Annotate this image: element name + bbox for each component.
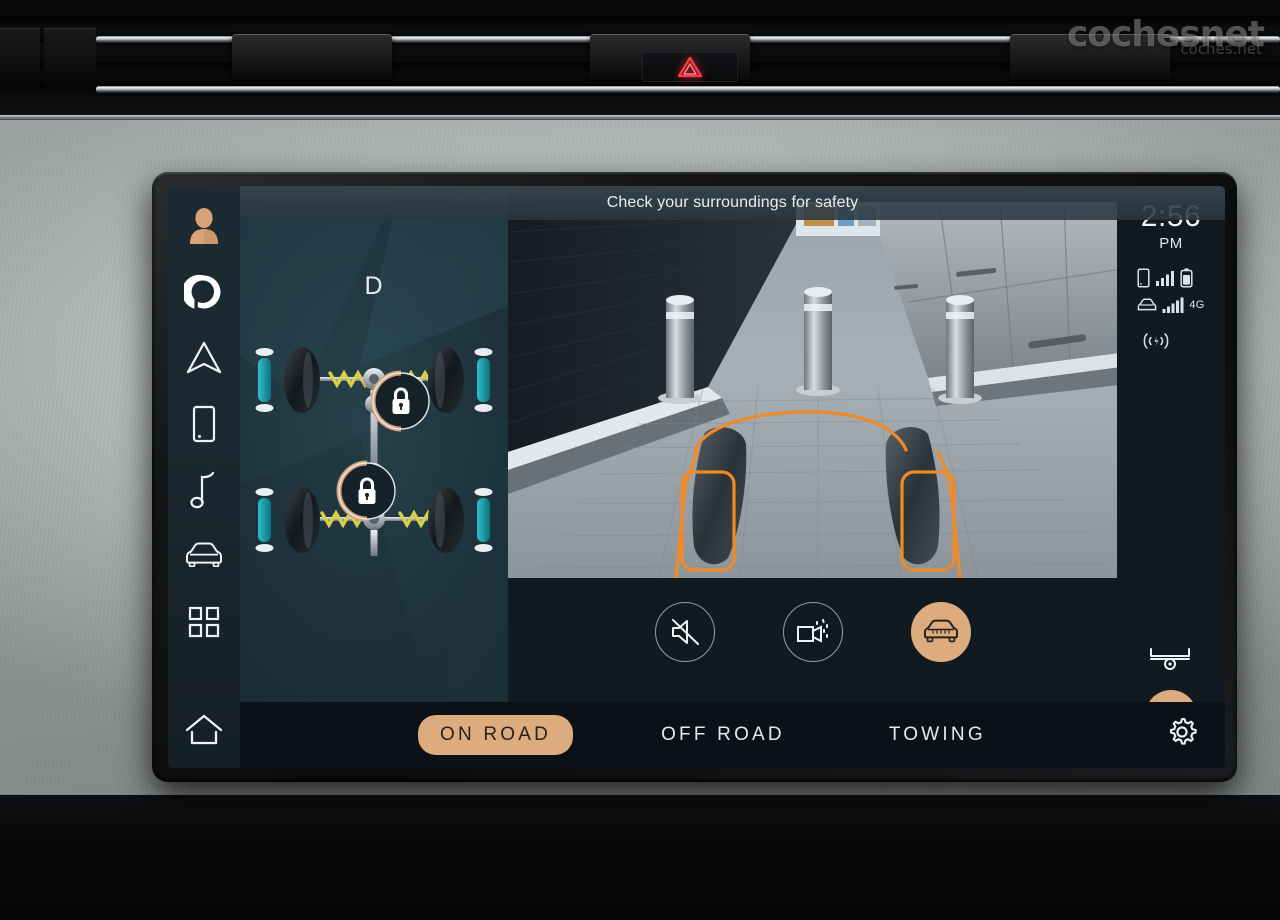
phone-device-icon xyxy=(192,405,216,443)
status-indicators: 4G xyxy=(1137,268,1204,350)
speaker-mute-icon xyxy=(671,619,699,645)
center-console xyxy=(0,795,1280,920)
warning-triangle-icon xyxy=(677,56,703,78)
center-diff-lock-indicator[interactable] xyxy=(370,370,432,432)
navigation-arrow-icon xyxy=(186,341,222,374)
apps-grid-icon xyxy=(188,606,220,638)
sidebar-item-home[interactable] xyxy=(178,704,230,756)
safety-banner: Check your surroundings for safety xyxy=(240,186,1225,220)
phone-signal-icon xyxy=(1137,268,1150,288)
signal-bars-icon xyxy=(1162,297,1184,313)
car-icon xyxy=(186,542,222,568)
watermark-sub: coches.net xyxy=(1180,40,1262,58)
camera-feed[interactable] xyxy=(508,202,1117,578)
home-icon xyxy=(185,714,223,745)
main-content: Check your surroundings for safety D PM … xyxy=(240,186,1225,768)
sidebar xyxy=(168,186,240,768)
sidebar-item-navigation[interactable] xyxy=(178,332,230,384)
safety-banner-text: Check your surroundings for safety xyxy=(606,194,859,211)
gear-icon xyxy=(1169,717,1197,745)
hotspot-status-row xyxy=(1141,332,1171,350)
user-avatar-icon xyxy=(190,208,218,244)
camera-image xyxy=(508,202,1117,578)
status-column: 2:56 PM xyxy=(1117,186,1225,768)
vehicle-view-button[interactable] xyxy=(910,602,971,662)
camera-wash-button[interactable] xyxy=(782,602,843,662)
alexa-circle-icon xyxy=(184,274,221,309)
rear-diff-lock-indicator[interactable] xyxy=(336,460,398,522)
sidebar-item-profile[interactable] xyxy=(178,200,230,252)
trailer-view-button[interactable] xyxy=(1148,645,1194,676)
car-front-view-icon xyxy=(923,619,958,643)
sidebar-item-phone[interactable] xyxy=(178,398,230,450)
drive-mode-bar: ON ROAD OFF ROAD TOWING xyxy=(240,702,1225,768)
signal-bars-icon xyxy=(1156,271,1175,286)
settings-button[interactable] xyxy=(1165,715,1199,754)
vehicle-connectivity-icon xyxy=(1138,298,1157,311)
camera-clean-icon xyxy=(796,619,828,643)
network-type-label: 4G xyxy=(1189,299,1205,311)
music-note-icon xyxy=(190,471,215,509)
mute-button[interactable] xyxy=(654,602,715,662)
dashboard-scene: cochesnet coches.net Check your surround… xyxy=(0,0,1280,920)
sidebar-item-vehicle[interactable] xyxy=(178,530,230,582)
drive-mode-tabs: ON ROAD OFF ROAD TOWING xyxy=(418,715,1008,755)
vehicle-status-row: 4G xyxy=(1137,296,1204,314)
vent-control-left[interactable] xyxy=(232,34,392,80)
tab-off-road[interactable]: OFF ROAD xyxy=(639,715,807,755)
sidebar-item-apps[interactable] xyxy=(178,596,230,648)
infotainment-screen: Check your surroundings for safety D PM … xyxy=(168,186,1225,768)
trailer-icon xyxy=(1150,648,1190,670)
camera-controls xyxy=(508,586,1117,678)
tab-towing[interactable]: TOWING xyxy=(867,715,1008,755)
clock-ampm: PM xyxy=(1159,235,1183,252)
battery-icon xyxy=(1180,268,1193,288)
sidebar-item-media[interactable] xyxy=(178,464,230,516)
tab-on-road[interactable]: ON ROAD xyxy=(418,715,574,755)
drivetrain-diagram xyxy=(255,347,493,556)
sidebar-item-voice-assistant[interactable] xyxy=(178,266,230,318)
watermark: cochesnet coches.net xyxy=(1067,14,1265,58)
hotspot-icon xyxy=(1143,333,1169,349)
phone-status-row xyxy=(1137,268,1193,288)
gear-indicator: D xyxy=(364,272,384,300)
infotainment-bezel: Check your surroundings for safety D PM … xyxy=(152,172,1237,782)
hazard-lights-button[interactable] xyxy=(642,52,738,82)
drivetrain-panel[interactable]: D xyxy=(240,186,508,768)
